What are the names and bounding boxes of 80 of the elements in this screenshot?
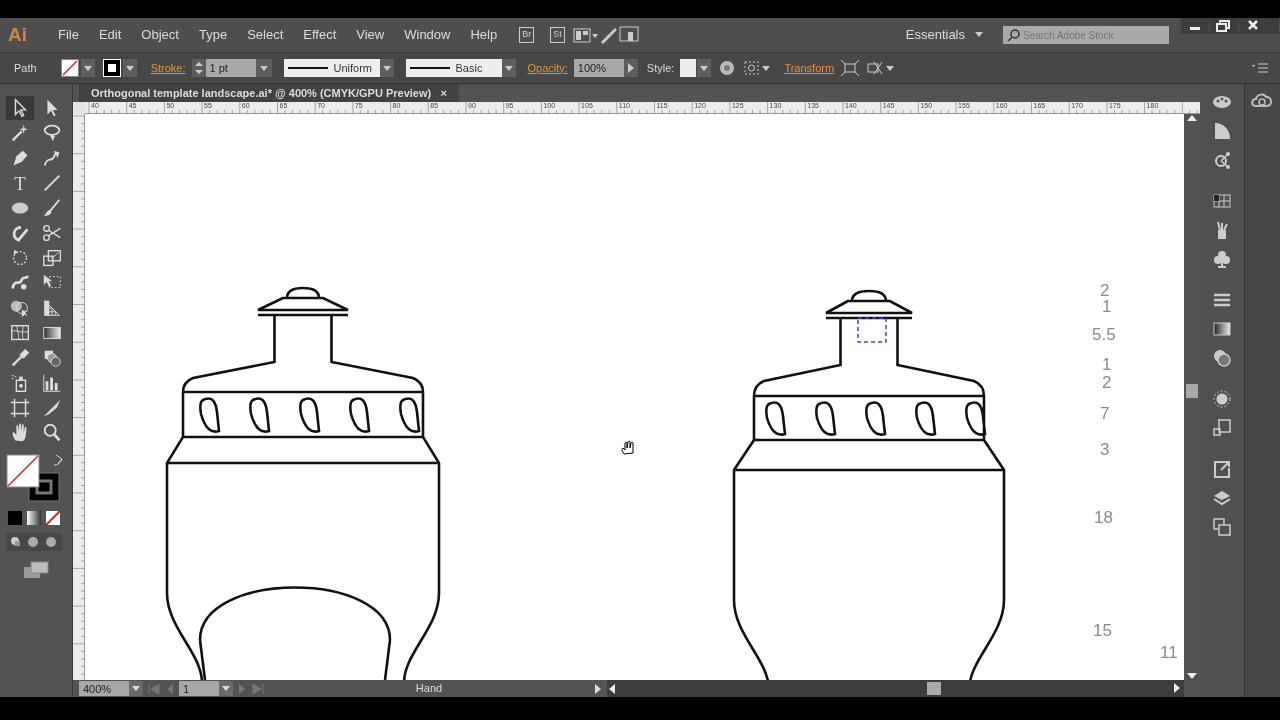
menu-item[interactable]: Select xyxy=(237,25,294,45)
scale-icon xyxy=(41,247,63,269)
horizontal-scrollbar[interactable] xyxy=(607,680,1184,697)
appearance-icon[interactable] xyxy=(1212,389,1232,409)
scrollbar-thumb[interactable] xyxy=(1186,384,1198,398)
scroll-left-icon[interactable] xyxy=(607,682,617,695)
opacity-link[interactable]: Opacity: xyxy=(527,59,568,77)
bridge-button[interactable]: Br xyxy=(519,27,535,43)
stock-button[interactable]: St xyxy=(550,27,565,43)
line-icon xyxy=(41,172,63,194)
document-tab[interactable]: Orthogonal template landscape.ai* @ 400% (CMYK/GPU Preview) × xyxy=(79,84,459,102)
stepper-icon xyxy=(191,59,206,77)
menu-item[interactable]: View xyxy=(346,25,395,45)
node-icon[interactable] xyxy=(1212,150,1232,170)
stroke-link[interactable]: Stroke: xyxy=(150,59,186,77)
caret-icon[interactable] xyxy=(975,32,985,38)
menu-item[interactable]: Edit xyxy=(88,25,132,45)
sketch-annotation: 18 xyxy=(1094,507,1113,529)
menu-item[interactable]: Object xyxy=(131,25,189,45)
scrollbar-thumb[interactable] xyxy=(927,682,941,695)
restore-icon[interactable] xyxy=(1210,18,1238,34)
cloud-icon[interactable] xyxy=(1250,92,1274,108)
isolate-icon[interactable] xyxy=(866,59,897,77)
draw-mode-buttons[interactable] xyxy=(6,533,62,551)
color-wheel-icon[interactable] xyxy=(718,59,737,77)
graphic-styles-icon[interactable] xyxy=(1212,418,1232,438)
caret-icon xyxy=(129,681,143,696)
sketch-annotation: 7 xyxy=(1100,403,1110,425)
transparency-icon[interactable] xyxy=(1212,348,1232,368)
sketch-annotation: 11 xyxy=(1160,642,1178,664)
menu-item[interactable]: File xyxy=(48,25,89,45)
transform-link[interactable]: Transform xyxy=(784,59,835,77)
style-swatch[interactable] xyxy=(680,59,713,77)
layout-icon[interactable] xyxy=(572,27,599,43)
sketch-annotation: 3 xyxy=(1100,439,1110,461)
sketch-annotation: 5.5 xyxy=(1092,324,1116,346)
style-label: Style: xyxy=(646,60,675,76)
menu-item[interactable]: Window xyxy=(394,25,461,45)
fit-bounds-icon[interactable] xyxy=(840,59,861,77)
status-tool-label[interactable]: Hand xyxy=(269,680,589,697)
artboards-icon[interactable] xyxy=(1212,517,1232,537)
selection-type-label: Path xyxy=(14,60,37,76)
scissors-icon xyxy=(41,222,63,244)
color-mode-buttons[interactable] xyxy=(6,509,62,527)
minimize-icon[interactable] xyxy=(1181,18,1209,34)
tool-button[interactable] xyxy=(6,96,34,120)
hand-cursor-icon xyxy=(620,440,636,456)
document-title: Orthogonal template landscape.ai* @ 400% (CMYK/GPU Preview) xyxy=(91,85,433,101)
workspace-switcher[interactable]: Essentials xyxy=(895,25,975,45)
layers-icon[interactable] xyxy=(1212,488,1232,508)
stroke-swatch[interactable] xyxy=(102,59,139,77)
sketch-annotation: 15 xyxy=(1093,620,1112,642)
panel-menu-icon[interactable] xyxy=(1252,62,1268,74)
line-sample-icon xyxy=(287,66,328,70)
align-icon[interactable] xyxy=(742,59,773,77)
tab-close-button[interactable]: × xyxy=(440,84,447,102)
menu-item[interactable]: Type xyxy=(188,25,238,45)
app-logo: Ai xyxy=(8,22,28,47)
screen-mode-icon[interactable] xyxy=(22,561,50,579)
caret-icon xyxy=(219,681,233,696)
search-icon xyxy=(1007,28,1021,42)
zoom-icon xyxy=(41,422,63,444)
tool-button[interactable]: T xyxy=(6,171,34,195)
line-sample-icon xyxy=(409,66,450,70)
paintbrush-icon xyxy=(41,197,63,219)
menu-item[interactable]: Help xyxy=(460,25,508,45)
club-icon[interactable] xyxy=(1212,249,1232,269)
swatches-icon[interactable] xyxy=(1212,191,1232,211)
gradient-icon[interactable] xyxy=(1212,319,1232,339)
bar-graph-icon xyxy=(41,372,63,394)
perspective-grid-icon xyxy=(41,297,63,319)
eyedropper-icon xyxy=(9,347,31,369)
fill-swatch[interactable] xyxy=(60,59,97,77)
scroll-right-icon[interactable] xyxy=(1172,682,1182,694)
artboard-icon xyxy=(9,397,31,419)
status-menu-icon[interactable] xyxy=(593,682,603,695)
selection-bounds[interactable] xyxy=(857,317,887,343)
menu-item[interactable]: Effect xyxy=(293,25,347,45)
export-icon[interactable] xyxy=(1212,459,1232,479)
close-icon[interactable] xyxy=(1239,18,1279,34)
